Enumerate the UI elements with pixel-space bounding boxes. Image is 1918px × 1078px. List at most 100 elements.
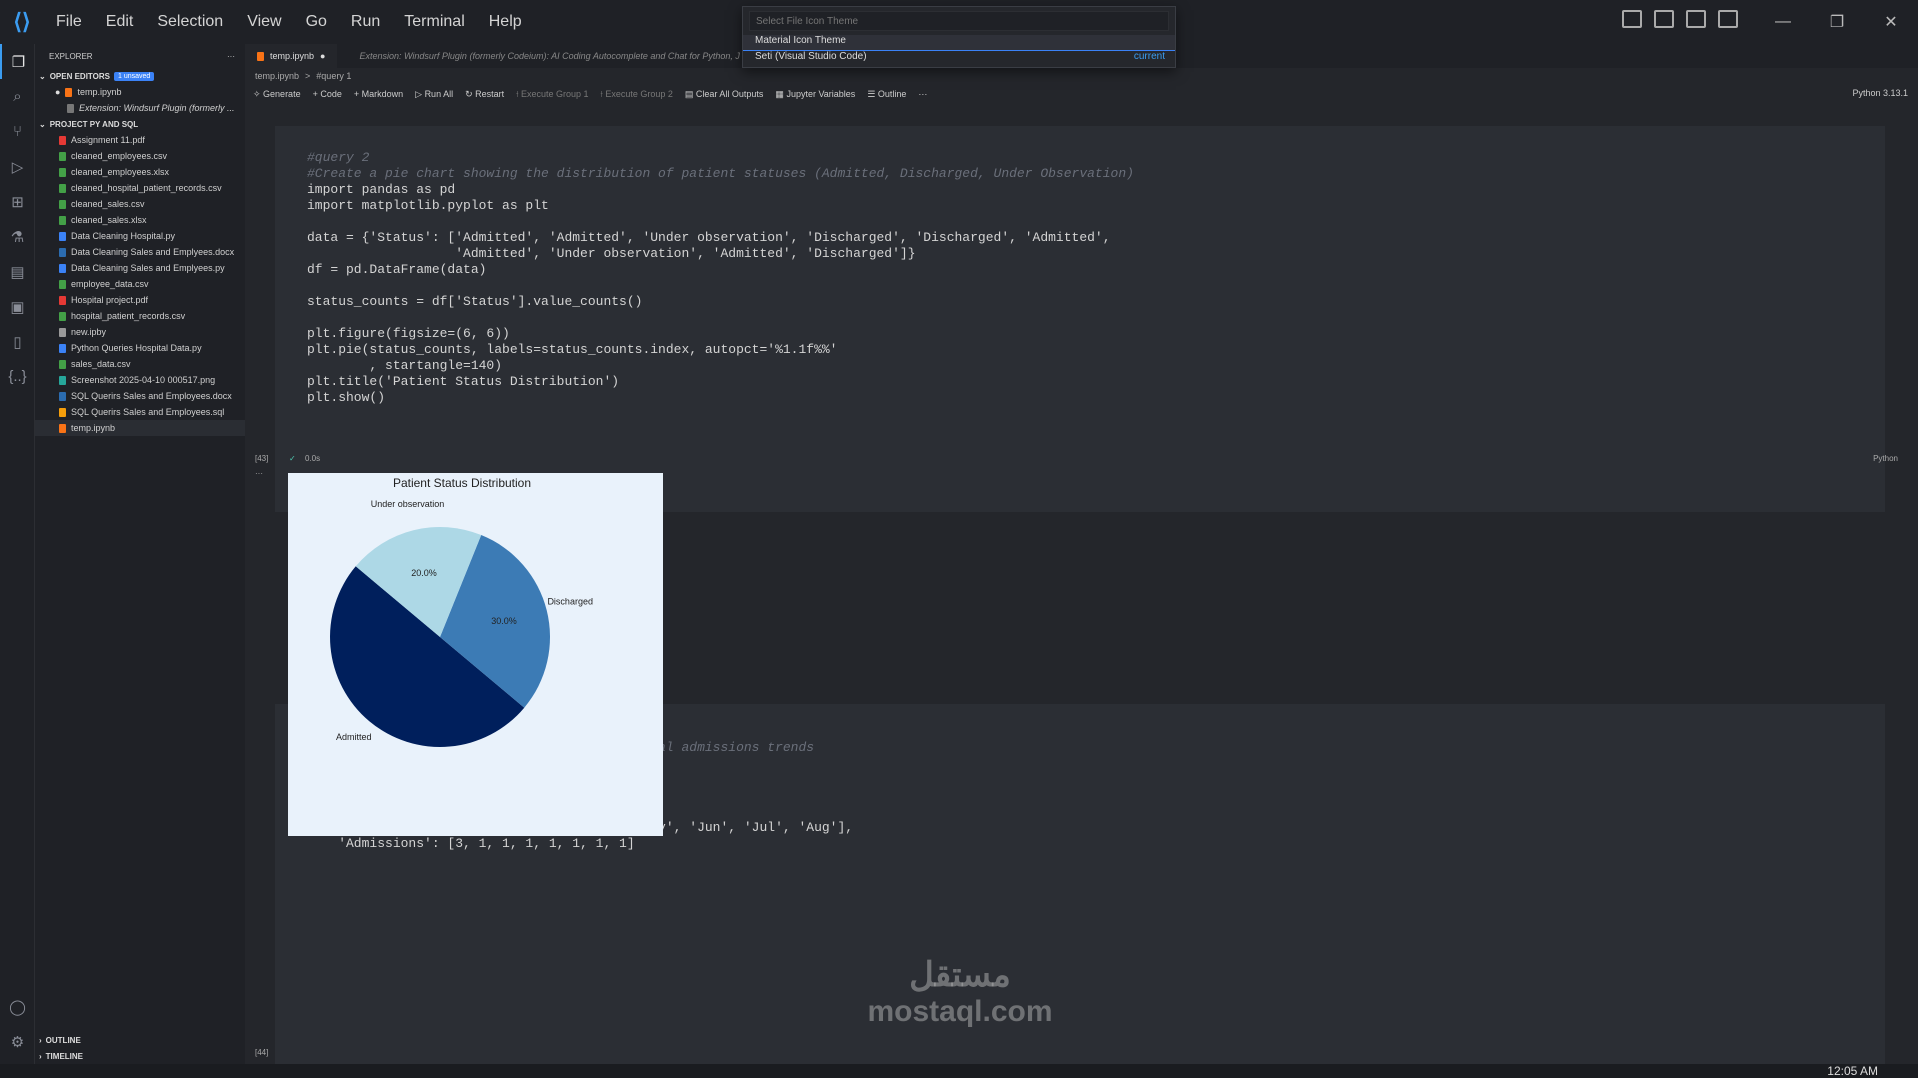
code-editor[interactable]: #query 2 #Create a pie chart showing the …: [275, 126, 1885, 406]
menu-item[interactable]: Edit: [94, 13, 146, 31]
file-item[interactable]: Assignment 11.pdf: [35, 132, 245, 148]
dirty-dot-icon[interactable]: ●: [320, 51, 325, 61]
file-item[interactable]: SQL Querirs Sales and Employees.sql: [35, 404, 245, 420]
explorer-icon[interactable]: ❐: [0, 44, 35, 79]
file-item[interactable]: Python Queries Hospital Data.py: [35, 340, 245, 356]
file-item[interactable]: Data Cleaning Hospital.py: [35, 228, 245, 244]
remote-explorer-icon[interactable]: ▣: [0, 289, 35, 324]
file-item[interactable]: Data Cleaning Sales and Emplyees.docx: [35, 244, 245, 260]
toolbar-button[interactable]: + Markdown: [354, 89, 403, 99]
settings-gear-icon[interactable]: ⚙: [0, 1024, 35, 1059]
code-line: 'Admissions': [3, 1, 1, 1, 1, 1, 1, 1]: [307, 836, 635, 851]
file-item[interactable]: SQL Querirs Sales and Employees.docx: [35, 388, 245, 404]
file-item[interactable]: cleaned_sales.csv: [35, 196, 245, 212]
tab-extension[interactable]: Extension: Windsurf Plugin (formerly Cod…: [347, 44, 751, 68]
toolbar-button[interactable]: ▤ Clear All Outputs: [685, 89, 764, 100]
toolbar-button[interactable]: ···: [918, 89, 927, 99]
search-icon[interactable]: ⌕: [0, 79, 35, 114]
open-editors-header[interactable]: ⌄ OPEN EDITORS 1 unsaved: [35, 68, 245, 84]
clock: 12:05 AM: [1827, 1064, 1878, 1078]
toolbar-button[interactable]: ☰ Outline: [867, 89, 906, 100]
menu-item[interactable]: Terminal: [392, 13, 476, 31]
cell-language[interactable]: Python: [1873, 454, 1898, 463]
quick-pick-option[interactable]: Seti (Visual Studio Code) current: [743, 51, 1175, 67]
pie-label: Discharged: [547, 597, 593, 607]
file-item[interactable]: cleaned_hospital_patient_records.csv: [35, 180, 245, 196]
file-item[interactable]: Screenshot 2025-04-10 000517.png: [35, 372, 245, 388]
menu-item[interactable]: Help: [477, 13, 534, 31]
file-item[interactable]: temp.ipynb: [35, 420, 245, 436]
file-type-icon: [59, 391, 66, 401]
outline-header[interactable]: › OUTLINE: [35, 1032, 245, 1048]
quick-pick-option[interactable]: Material Icon Theme: [743, 35, 1175, 51]
code-line: 'Admitted', 'Under observation', 'Admitt…: [307, 246, 916, 261]
file-item[interactable]: sales_data.csv: [35, 356, 245, 372]
restore-icon[interactable]: ❐: [1810, 12, 1864, 32]
toggle-sidebar-icon[interactable]: [1654, 10, 1674, 28]
file-item[interactable]: hospital_patient_records.csv: [35, 308, 245, 324]
project-header[interactable]: ⌄ PROJECT PY AND SQL: [35, 116, 245, 132]
source-control-icon[interactable]: ⑂: [0, 114, 35, 149]
file-type-icon: [59, 151, 66, 161]
menu-item[interactable]: File: [44, 13, 94, 31]
file-item[interactable]: new.ipby: [35, 324, 245, 340]
toolbar-button[interactable]: + Code: [313, 89, 342, 99]
file-item[interactable]: Data Cleaning Sales and Emplyees.py: [35, 260, 245, 276]
file-label: temp.ipynb: [77, 87, 122, 97]
breadcrumb-item[interactable]: #query 1: [316, 71, 351, 81]
more-icon[interactable]: ···: [227, 52, 235, 61]
file-item[interactable]: cleaned_sales.xlsx: [35, 212, 245, 228]
json-icon[interactable]: {..}: [0, 359, 35, 394]
toolbar-button[interactable]: ⟊ Execute Group 1: [516, 89, 588, 100]
output-more-icon[interactable]: ···: [255, 469, 263, 478]
toggle-panel-icon[interactable]: [1686, 10, 1706, 28]
run-debug-icon[interactable]: ▷: [0, 149, 35, 184]
code-cell[interactable]: #query 2 #Create a pie chart showing the …: [275, 126, 1885, 512]
account-icon[interactable]: ◯: [0, 989, 35, 1024]
toolbar-label: Execute Group 2: [605, 88, 673, 99]
toolbar-button[interactable]: ▷ Run All: [415, 89, 453, 100]
tab-temp-ipynb[interactable]: temp.ipynb ●: [245, 44, 338, 68]
file-label: cleaned_employees.csv: [71, 151, 168, 161]
menu-item[interactable]: Selection: [145, 13, 235, 31]
file-label: sales_data.csv: [71, 359, 131, 369]
notebook-icon[interactable]: ▤: [0, 254, 35, 289]
file-item[interactable]: cleaned_employees.xlsx: [35, 164, 245, 180]
testing-icon[interactable]: ⚗: [0, 219, 35, 254]
toolbar-button[interactable]: ▦ Jupyter Variables: [775, 89, 855, 100]
file-type-icon: [59, 327, 66, 337]
minimize-icon[interactable]: —: [1756, 13, 1810, 31]
toolbar-button[interactable]: ↻ Restart: [465, 89, 504, 100]
menu-item[interactable]: Run: [339, 13, 392, 31]
menu-item[interactable]: View: [235, 13, 293, 31]
quick-pick-input[interactable]: [749, 11, 1169, 31]
watermark: مستقل mostaql.com: [840, 955, 1080, 1029]
documents-icon[interactable]: ▯: [0, 324, 35, 359]
open-editor-item[interactable]: Extension: Windsurf Plugin (formerly ...: [35, 100, 245, 116]
code-line: plt.show(): [307, 390, 386, 405]
toolbar-button[interactable]: ⟊ Execute Group 2: [601, 89, 673, 100]
breadcrumb-item[interactable]: temp.ipynb: [255, 71, 299, 81]
kernel-picker[interactable]: Python 3.13.1: [1852, 88, 1908, 98]
toolbar-button[interactable]: ✧ Generate: [253, 89, 301, 100]
file-label: Data Cleaning Hospital.py: [71, 231, 176, 241]
menu-item[interactable]: Go: [294, 13, 339, 31]
file-item[interactable]: Hospital project.pdf: [35, 292, 245, 308]
file-label: Screenshot 2025-04-10 000517.png: [71, 375, 216, 385]
code-line: df = pd.DataFrame(data): [307, 262, 487, 277]
customize-layout-icon[interactable]: [1622, 10, 1642, 28]
timeline-header[interactable]: › TIMELINE: [35, 1048, 245, 1064]
open-editor-item[interactable]: ● temp.ipynb: [35, 84, 245, 100]
toolbar-label: Outline: [877, 88, 907, 99]
pie-pct-label: 20.0%: [411, 568, 437, 578]
file-item[interactable]: employee_data.csv: [35, 276, 245, 292]
code-line: , startangle=140): [307, 358, 503, 373]
close-icon[interactable]: ✕: [1864, 12, 1918, 32]
toggle-secondary-sidebar-icon[interactable]: [1718, 10, 1738, 28]
file-label: cleaned_sales.csv: [71, 199, 145, 209]
notebook-file-icon: [65, 87, 73, 97]
extensions-icon[interactable]: ⊞: [0, 184, 35, 219]
file-item[interactable]: cleaned_employees.csv: [35, 148, 245, 164]
notebook-file-icon: [257, 51, 264, 61]
